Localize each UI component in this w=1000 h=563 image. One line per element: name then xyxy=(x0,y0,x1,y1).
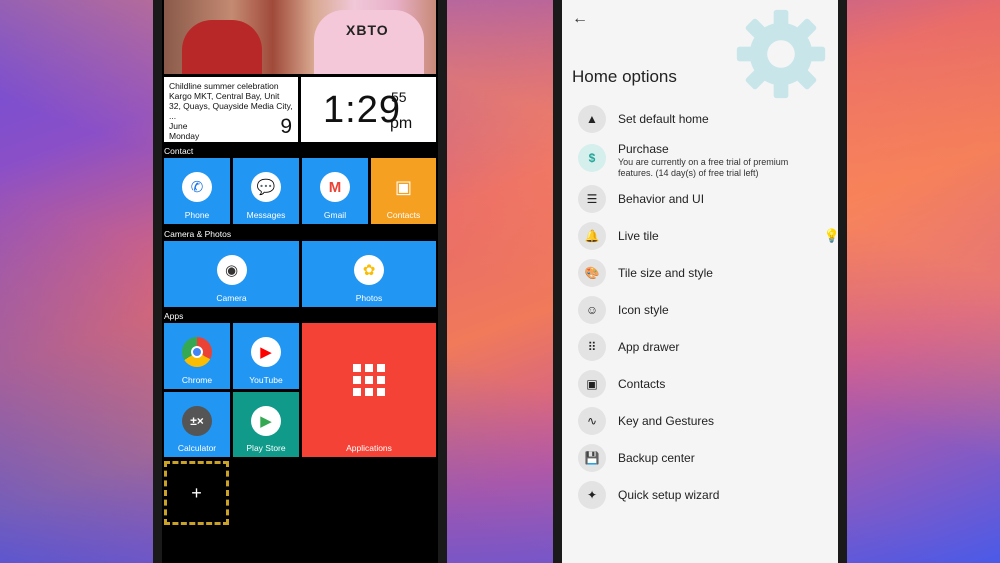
palette-icon: 🎨 xyxy=(578,259,606,287)
contacts-tile[interactable]: ▣ Contacts xyxy=(371,158,436,224)
gmail-icon: M xyxy=(320,172,350,202)
menu-item-tile-size-style[interactable]: 🎨 Tile size and style xyxy=(578,259,830,291)
section-apps: Apps xyxy=(164,311,184,321)
youtube-tile-label: YouTube xyxy=(249,375,283,385)
applications-tile-label: Applications xyxy=(346,443,392,453)
menu-item-backup-center[interactable]: 💾 Backup center xyxy=(578,444,830,476)
add-tile-button[interactable]: + xyxy=(164,461,229,525)
menu-item-live-tile[interactable]: 🔔 Live tile 💡 xyxy=(578,222,838,254)
clock-ampm: pm xyxy=(390,115,413,132)
youtube-tile[interactable]: ▶ YouTube xyxy=(233,323,299,389)
section-camera-photos: Camera & Photos xyxy=(164,229,232,239)
menu-item-set-default-home[interactable]: ▲ Set default home xyxy=(578,105,830,137)
play-store-icon: ▶ xyxy=(251,406,281,436)
launcher-phone: XBTO Childline summer celebration Kargo … xyxy=(153,0,447,563)
grid-icon xyxy=(353,364,385,396)
contact-card-icon: ▣ xyxy=(394,176,412,197)
menu-item-icon-style[interactable]: ☺ Icon style xyxy=(578,296,830,328)
calendar-month: June xyxy=(169,121,188,131)
menu-item-label: Set default home xyxy=(618,112,709,126)
menu-item-label: Purchase xyxy=(618,142,669,156)
menu-item-behavior-ui[interactable]: ☰ Behavior and UI xyxy=(578,185,830,217)
contacts-tile-label: Contacts xyxy=(386,210,421,220)
play-store-tile[interactable]: ▶ Play Store xyxy=(233,392,299,457)
chrome-icon xyxy=(182,337,212,367)
photo-person-left xyxy=(182,20,262,74)
menu-item-label: Key and Gestures xyxy=(618,414,715,428)
menu-item-key-gestures[interactable]: ∿ Key and Gestures xyxy=(578,407,830,439)
face-icon: ☺ xyxy=(578,296,606,324)
phone-icon: ✆ xyxy=(182,172,212,202)
page-title: Home options xyxy=(572,67,677,86)
section-contact: Contact xyxy=(164,146,194,156)
applications-tile[interactable]: Applications xyxy=(302,323,436,457)
calculator-tile[interactable]: ±× Calculator xyxy=(164,392,230,457)
chrome-tile-label: Chrome xyxy=(181,375,213,385)
calendar-tile[interactable]: Childline summer celebration Kargo MKT, … xyxy=(164,77,298,142)
calendar-day: 9 xyxy=(280,115,292,138)
messages-tile-label: Messages xyxy=(246,210,286,220)
menu-item-label: Quick setup wizard xyxy=(618,488,720,502)
camera-tile-label: Camera xyxy=(216,293,247,303)
purchase-trial-note: You are currently on a free trial of pre… xyxy=(618,157,789,178)
grid-icon: ⠿ xyxy=(578,333,606,361)
calendar-date-label: June Monday xyxy=(169,121,199,141)
play-store-tile-label: Play Store xyxy=(246,443,286,453)
wallpaper xyxy=(0,0,1000,563)
clock-tile[interactable]: 1:29 55 pm xyxy=(301,77,436,142)
photo-live-tile[interactable]: XBTO xyxy=(164,0,436,74)
menu-item-label: Tile size and style xyxy=(618,266,713,280)
gmail-tile[interactable]: M Gmail xyxy=(302,158,368,224)
messages-tile[interactable]: 💬 Messages xyxy=(233,158,299,224)
menu-item-label: Live tile xyxy=(618,229,659,243)
clock-seconds: 55 xyxy=(391,89,407,105)
arrow-back-icon[interactable]: ← xyxy=(572,10,588,28)
contact-card-icon: ▣ xyxy=(578,370,606,398)
gesture-icon: ∿ xyxy=(578,407,606,435)
menu-item-label: Icon style xyxy=(618,303,669,317)
phone-tile-label: Phone xyxy=(184,210,210,220)
menu-item-app-drawer[interactable]: ⠿ App drawer xyxy=(578,333,830,365)
calculator-tile-label: Calculator xyxy=(177,443,217,453)
menu-item-quick-setup-wizard[interactable]: ✦ Quick setup wizard xyxy=(578,481,830,513)
save-icon: 💾 xyxy=(578,444,606,472)
calendar-weekday: Monday xyxy=(169,131,200,141)
camera-tile[interactable]: ◉ Camera xyxy=(164,241,299,307)
settings-phone: ← Home options ▲ Set default home $ Purc… xyxy=(553,0,847,563)
gear-icon xyxy=(736,9,826,99)
pinwheel-icon: ✿ xyxy=(354,255,384,285)
phone-tile[interactable]: ✆ Phone xyxy=(164,158,230,224)
menu-item-contacts[interactable]: ▣ Contacts xyxy=(578,370,830,402)
calendar-event: Childline summer celebration Kargo MKT, … xyxy=(169,81,293,121)
menu-item-label: App drawer xyxy=(618,340,680,354)
magic-wand-icon: ✦ xyxy=(578,481,606,509)
photos-tile[interactable]: ✿ Photos xyxy=(302,241,436,307)
messages-icon: 💬 xyxy=(251,172,281,202)
chrome-tile[interactable]: Chrome xyxy=(164,323,230,389)
sliders-icon: ☰ xyxy=(578,185,606,213)
menu-item-label: Behavior and UI xyxy=(618,192,705,206)
photo-person-right xyxy=(314,10,424,74)
menu-item-purchase[interactable]: $ Purchase You are currently on a free t… xyxy=(578,142,830,182)
menu-item-label: Backup center xyxy=(618,451,695,465)
photo-shirt-text: XBTO xyxy=(346,22,389,38)
gmail-tile-label: Gmail xyxy=(323,210,347,220)
bell-icon: 🔔 xyxy=(578,222,606,250)
dollar-icon: $ xyxy=(578,144,606,172)
calculator-icon: ±× xyxy=(182,406,212,436)
warning-icon: ▲ xyxy=(578,105,606,133)
youtube-play-icon: ▶ xyxy=(251,337,281,367)
camera-icon: ◉ xyxy=(216,255,247,285)
lightbulb-icon[interactable]: 💡 xyxy=(824,228,838,244)
menu-item-label: Contacts xyxy=(618,377,666,391)
photos-tile-label: Photos xyxy=(355,293,383,303)
